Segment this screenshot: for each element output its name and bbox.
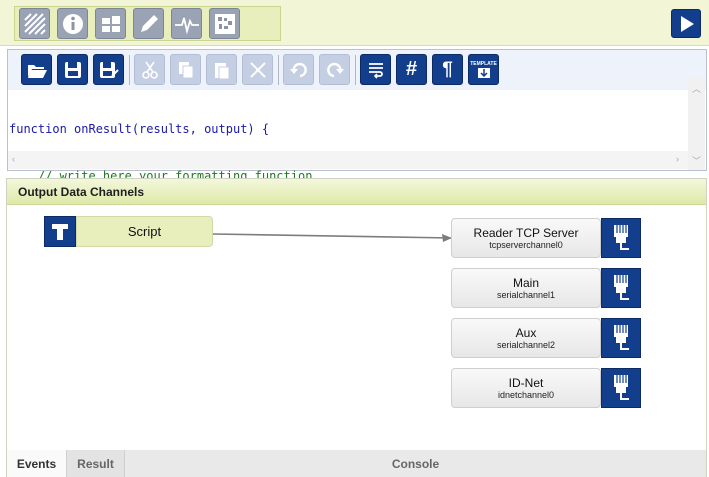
channel-id: tcpserverchannel0 <box>489 239 563 250</box>
tab-label: Console <box>391 456 440 471</box>
script-t-icon[interactable] <box>44 216 76 247</box>
channel-id: serialchannel2 <box>496 339 556 350</box>
tab-events[interactable]: Events <box>7 450 67 477</box>
channel-name: Main <box>512 275 539 290</box>
connection-line <box>212 233 453 239</box>
tab-result[interactable]: Result <box>67 450 125 477</box>
plug-icon[interactable] <box>601 268 641 308</box>
tab-label: Result <box>77 456 114 471</box>
channel-id: idnetchannel0 <box>497 389 555 400</box>
channel-node-main[interactable]: Main serialchannel1 <box>451 268 601 308</box>
tab-label: Events <box>16 456 57 471</box>
channel-node-tcpserver[interactable]: Reader TCP Server tcpserverchannel0 <box>451 218 601 258</box>
channel-name: Aux <box>515 325 537 340</box>
channel-node-aux[interactable]: Aux serialchannel2 <box>451 318 601 358</box>
script-node[interactable]: Script <box>76 216 213 247</box>
plug-icon[interactable] <box>601 318 641 358</box>
plug-icon[interactable] <box>601 218 641 258</box>
plug-icon[interactable] <box>601 368 641 408</box>
channel-name: Reader TCP Server <box>473 225 579 240</box>
channel-name: ID-Net <box>508 375 544 390</box>
script-node-label: Script <box>127 224 162 239</box>
channel-id: serialchannel1 <box>496 289 556 300</box>
tab-console[interactable]: Console <box>125 450 706 477</box>
channel-node-idnet[interactable]: ID-Net idnetchannel0 <box>451 368 601 408</box>
